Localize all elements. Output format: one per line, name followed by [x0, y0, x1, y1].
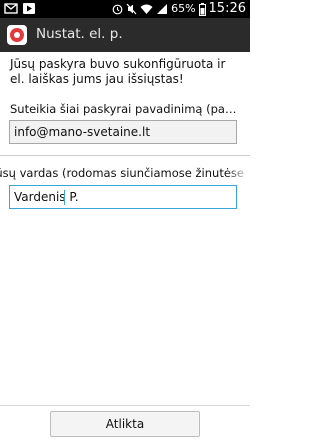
your-name-field-box	[9, 185, 237, 209]
clock: 15:26	[208, 1, 246, 16]
email-app-icon[interactable]	[7, 25, 27, 45]
your-name-label: Jūsų vardas (rodomas siunčiamose žinutės…	[0, 166, 244, 180]
bottom-divider	[0, 405, 250, 406]
battery-icon	[198, 2, 206, 16]
play-store-icon	[23, 3, 35, 14]
action-bar: Nustat. el. p.	[0, 18, 250, 52]
wifi-icon	[140, 4, 153, 14]
account-name-label: Suteikia šiai paskyrai pavadinimą (papil…	[10, 102, 242, 116]
text-cursor	[64, 190, 65, 205]
confirmation-message: Jūsų paskyra buvo sukonfigūruota ir el. …	[10, 57, 226, 86]
alarm-icon	[112, 4, 123, 15]
done-button[interactable]: Atlikta	[50, 411, 200, 437]
page-title: Nustat. el. p.	[36, 26, 123, 42]
account-name-field-box	[9, 120, 237, 144]
your-name-label-container: Jūsų vardas (rodomas siunčiamose žinutės…	[0, 166, 250, 182]
status-bar: 65% 15:26	[0, 0, 250, 18]
your-name-input[interactable]	[10, 186, 236, 208]
mail-icon	[4, 3, 18, 14]
battery-percent: 65%	[171, 2, 196, 15]
account-name-input[interactable]	[10, 121, 236, 143]
signal-icon	[157, 4, 168, 14]
mute-icon	[126, 3, 137, 15]
section-divider	[0, 155, 250, 156]
